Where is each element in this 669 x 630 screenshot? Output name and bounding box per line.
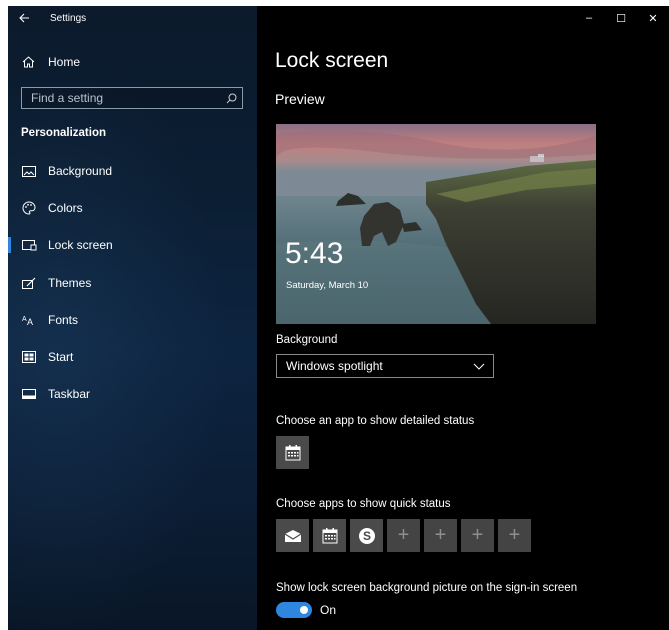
quick-status-add-button[interactable]: + xyxy=(498,519,531,552)
sidebar-item-start[interactable]: Start xyxy=(8,343,257,371)
signin-background-toggle[interactable] xyxy=(276,602,312,618)
calendar-icon xyxy=(285,444,300,460)
search-input[interactable] xyxy=(22,87,220,109)
section-header: Personalization xyxy=(21,127,106,139)
lock-screen-preview: 5:43 Saturday, March 10 xyxy=(276,124,596,324)
chevron-down-icon xyxy=(468,363,490,370)
sidebar-item-label: Fonts xyxy=(48,313,79,327)
svg-text:A: A xyxy=(27,317,33,326)
mail-icon xyxy=(284,529,301,542)
detailed-status-label: Choose an app to show detailed status xyxy=(276,415,475,427)
signin-background-label: Show lock screen background picture on t… xyxy=(276,582,578,594)
taskbar-icon xyxy=(21,386,37,402)
add-icon: + xyxy=(508,524,521,546)
main-content: – ☐ ✕ Lock screen Preview 5:43 Saturday,… xyxy=(257,6,669,630)
quick-status-add-button[interactable]: + xyxy=(461,519,494,552)
home-icon xyxy=(20,56,36,68)
background-label: Background xyxy=(276,334,338,346)
sidebar-item-label: Taskbar xyxy=(48,387,91,401)
preview-landscape-image xyxy=(276,124,596,324)
svg-text:S: S xyxy=(362,529,370,543)
preview-heading: Preview xyxy=(275,91,325,107)
palette-icon xyxy=(21,200,37,216)
background-dropdown[interactable]: Windows spotlight xyxy=(276,354,494,378)
search-box[interactable] xyxy=(21,87,243,109)
maximize-button[interactable]: ☐ xyxy=(605,6,637,30)
toggle-state-label: On xyxy=(320,603,337,617)
calendar-icon xyxy=(322,527,337,543)
app-title: Settings xyxy=(50,12,87,24)
image-icon xyxy=(21,163,37,179)
window-controls: – ☐ ✕ xyxy=(573,6,669,30)
back-button[interactable] xyxy=(12,6,36,30)
sidebar-item-background[interactable]: Background xyxy=(8,157,257,185)
quick-status-mail-button[interactable] xyxy=(276,519,309,552)
quick-status-calendar-button[interactable] xyxy=(313,519,346,552)
quick-status-label: Choose apps to show quick status xyxy=(276,498,451,510)
sidebar: Settings Home Personalization Background xyxy=(8,6,257,630)
page-title: Lock screen xyxy=(275,49,389,72)
background-dropdown-value: Windows spotlight xyxy=(286,359,383,373)
minimize-button[interactable]: – xyxy=(573,6,605,30)
selection-indicator xyxy=(8,237,11,253)
search-icon[interactable] xyxy=(220,93,242,104)
sidebar-item-lock-screen[interactable]: Lock screen xyxy=(8,231,257,259)
quick-status-add-button[interactable]: + xyxy=(424,519,457,552)
sidebar-item-label: Themes xyxy=(48,276,92,290)
quick-status-skype-button[interactable]: S xyxy=(350,519,383,552)
fonts-icon: AA xyxy=(21,312,37,328)
themes-icon xyxy=(21,275,37,291)
home-nav-item[interactable]: Home xyxy=(8,50,257,74)
sidebar-item-label: Lock screen xyxy=(48,238,113,252)
preview-time: 5:43 xyxy=(285,237,344,270)
title-bar: Settings xyxy=(8,6,257,30)
start-icon xyxy=(21,349,37,365)
settings-window: Settings Home Personalization Background xyxy=(8,6,669,630)
quick-status-add-button[interactable]: + xyxy=(387,519,420,552)
add-icon: + xyxy=(397,524,410,546)
sidebar-item-label: Background xyxy=(48,164,113,178)
detailed-status-app-button[interactable] xyxy=(276,436,309,469)
add-icon: + xyxy=(471,524,484,546)
home-label: Home xyxy=(48,55,81,69)
add-icon: + xyxy=(434,524,447,546)
sidebar-item-taskbar[interactable]: Taskbar xyxy=(8,380,257,408)
preview-date: Saturday, March 10 xyxy=(286,280,369,291)
sidebar-item-label: Start xyxy=(48,350,74,364)
back-arrow-icon xyxy=(18,13,29,23)
close-button[interactable]: ✕ xyxy=(637,6,669,30)
sidebar-item-themes[interactable]: Themes xyxy=(8,269,257,297)
sidebar-item-label: Colors xyxy=(48,201,83,215)
sidebar-item-fonts[interactable]: AA Fonts xyxy=(8,306,257,334)
skype-icon: S xyxy=(358,527,375,544)
lock-screen-icon xyxy=(21,237,37,253)
toggle-knob xyxy=(300,606,308,614)
sidebar-item-colors[interactable]: Colors xyxy=(8,194,257,222)
